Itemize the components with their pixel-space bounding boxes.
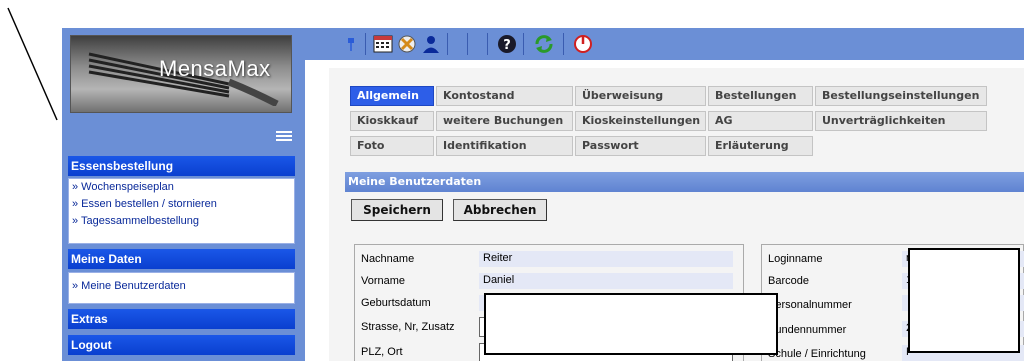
redaction-box-left: [484, 293, 778, 355]
help-icon[interactable]: ?: [497, 34, 517, 54]
hamburger-menu-icon[interactable]: [276, 131, 292, 142]
tab-erlaeuterung[interactable]: Erläuterung: [708, 136, 813, 156]
screen: MensaMax Essensbestellung » Wochenspeise…: [0, 0, 1024, 361]
tab-passwort[interactable]: Passwort: [575, 136, 706, 156]
save-button[interactable]: Speichern: [351, 199, 443, 221]
form-title: Meine Benutzerdaten: [345, 172, 1024, 192]
svg-text:?: ?: [503, 38, 511, 53]
label-geburtsdatum: Geburtsdatum: [361, 297, 431, 309]
link-wochenspeiseplan[interactable]: » Wochenspeiseplan: [69, 179, 294, 196]
diagonal-line: [7, 7, 58, 121]
redaction-box-right: [908, 248, 1020, 353]
calendar-icon[interactable]: [373, 34, 393, 54]
logo: MensaMax: [70, 35, 292, 113]
tab-ag[interactable]: AG: [708, 111, 813, 131]
user-icon[interactable]: [421, 34, 441, 54]
section-logout[interactable]: Logout: [68, 335, 295, 355]
field-vorname[interactable]: Daniel: [479, 273, 733, 289]
tab-unvertraeglichkeiten[interactable]: Unverträglichkeiten: [815, 111, 987, 131]
label-plz-ort: PLZ, Ort: [361, 346, 403, 358]
tab-foto[interactable]: Foto: [350, 136, 434, 156]
tab-bestellungen[interactable]: Bestellungen: [708, 86, 813, 106]
link-tagessammelbestellung[interactable]: » Tagessammelbestellung: [69, 213, 294, 230]
tab-bestellungseinstellungen[interactable]: Bestellungseinstellungen: [815, 86, 987, 106]
pin-icon[interactable]: [345, 34, 357, 54]
tab-kontostand[interactable]: Kontostand: [436, 86, 573, 106]
label-loginname: Loginname: [768, 253, 823, 265]
tab-kioskkauf[interactable]: Kioskkauf: [350, 111, 434, 131]
section-essensbestellung[interactable]: Essensbestellung: [68, 156, 295, 176]
refresh-icon[interactable]: [533, 34, 555, 54]
logo-text: MensaMax: [159, 56, 271, 81]
section-meine-daten-links: » Meine Benutzerdaten: [68, 272, 295, 304]
sidebar: MensaMax Essensbestellung » Wochenspeise…: [62, 28, 305, 361]
label-strasse: Strasse, Nr, Zusatz: [361, 321, 455, 333]
section-meine-daten[interactable]: Meine Daten: [68, 249, 295, 269]
settings-tools-icon[interactable]: [397, 34, 417, 54]
label-schule-einrichtung: Schule / Einrichtung: [768, 348, 866, 360]
link-meine-benutzerdaten[interactable]: » Meine Benutzerdaten: [69, 278, 294, 295]
power-icon[interactable]: [573, 34, 593, 54]
section-essensbestellung-links: » Wochenspeiseplan » Essen bestellen / s…: [68, 178, 295, 244]
field-nachname[interactable]: Reiter: [479, 251, 733, 267]
tab-weitere-buchungen[interactable]: weitere Buchungen: [436, 111, 573, 131]
tab-identifikation[interactable]: Identifikation: [436, 136, 573, 156]
link-essen-bestellen[interactable]: » Essen bestellen / stornieren: [69, 196, 294, 213]
tab-kioskeinstellungen[interactable]: Kioskeinstellungen: [575, 111, 706, 131]
section-extras[interactable]: Extras: [68, 309, 295, 329]
label-personalnummer: Personalnummer: [768, 299, 852, 311]
tab-allgemein[interactable]: Allgemein: [350, 86, 434, 106]
tab-ueberweisung[interactable]: Überweisung: [575, 86, 706, 106]
toolbar: ?: [305, 28, 1024, 60]
label-nachname: Nachname: [361, 253, 415, 265]
label-vorname: Vorname: [361, 275, 406, 287]
label-barcode: Barcode: [768, 275, 809, 287]
label-kundennummer: Kundennummer: [768, 324, 847, 336]
cancel-button[interactable]: Abbrechen: [453, 199, 547, 221]
